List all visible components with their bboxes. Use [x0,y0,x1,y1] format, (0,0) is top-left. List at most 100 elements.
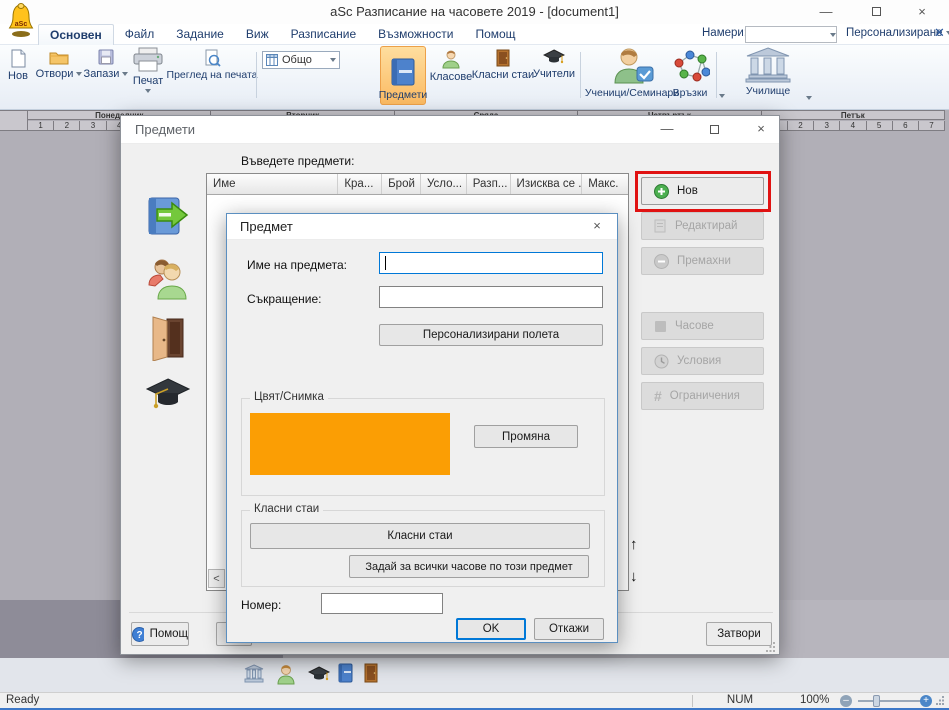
constraints-button[interactable]: # Ограничения [641,382,764,410]
sidebar-teachers-icon[interactable] [145,375,191,421]
tab-help[interactable]: Помощ [464,24,526,45]
subject-name-label: Име на предмета: [247,258,347,272]
door-icon [496,49,510,67]
close-dialog-button[interactable]: Затвори [706,622,772,646]
cancel-button[interactable]: Откажи [534,618,604,640]
column-header-conditions[interactable]: Усло... [421,174,467,194]
ribbon-new-button[interactable]: Нов [2,49,34,82]
remove-subject-button[interactable]: Премахни [641,247,764,275]
grid-period-header: 2 [54,121,80,131]
ribbon-classrooms-button[interactable]: Класни стаи [476,49,530,81]
bottom-school-icon[interactable] [244,664,264,684]
ribbon-classes-button[interactable]: Класове [428,49,474,83]
dialog-close-button[interactable]: × [747,121,775,136]
chevron-down-icon[interactable] [330,58,336,62]
ribbon-links-button[interactable]: Връзки [668,47,712,99]
ribbon-print-preview-button[interactable]: Преглед на печата [170,49,254,81]
column-header-count[interactable]: Брой [382,174,421,194]
ribbon-subjects-button[interactable]: Предмети [380,46,426,105]
subjects-prompt-label: Въведете предмети: [241,154,354,168]
edit-icon [654,219,667,233]
title-bar: aSc Разписание на часовете 2019 - [docum… [0,0,949,24]
grid-period-header: 5 [867,121,893,131]
app-window: aSc Разписание на часовете 2019 - [docum… [0,0,949,710]
window-minimize-button[interactable]: — [812,3,840,21]
set-all-lessons-button[interactable]: Задай за всички часове по този предмет [349,555,589,578]
ribbon-students-button[interactable]: Ученици/Семинари [584,47,680,99]
classrooms-group-label: Класни стаи [250,503,323,515]
ribbon-open-button[interactable]: Отвори [36,49,82,80]
help-button[interactable]: ? Помощ [131,622,189,646]
move-down-button[interactable]: ↓ [630,568,638,585]
move-up-button[interactable]: ↑ [630,536,638,553]
color-swatch[interactable] [250,413,450,475]
ribbon-group-expand-icon[interactable] [719,94,725,98]
column-header-max[interactable]: Макс. [582,174,628,194]
ribbon-group-expand-icon[interactable] [806,96,812,100]
sidebar-subjects-icon[interactable] [145,194,191,240]
grid-day-header: Петък [762,111,945,120]
zoom-in-button[interactable]: + [920,695,932,707]
zoom-slider-track[interactable] [858,700,922,702]
scroll-left-button[interactable]: < [208,569,225,588]
ribbon-separator [256,52,257,98]
classrooms-button[interactable]: Класни стаи [250,523,590,549]
chevron-down-icon[interactable] [830,33,836,37]
resize-grip-icon[interactable] [936,696,945,705]
conditions-button[interactable]: Условия [641,347,764,375]
column-header-abbr[interactable]: Кра... [338,174,382,194]
column-header-requires[interactable]: Изисква се ... [511,174,583,194]
ok-button[interactable]: OK [456,618,526,640]
ribbon-teachers-button[interactable]: Учители [532,49,576,80]
window-maximize-button[interactable] [862,3,890,21]
ribbon-school-button[interactable]: Училище [734,47,802,97]
asc-bell-logo-icon[interactable]: aSc [6,2,36,38]
view-select-combobox[interactable]: Общо [262,51,340,69]
window-close-button[interactable]: × [908,3,936,21]
grid-period-header: 4 [840,121,866,131]
tab-file[interactable]: Файл [114,24,166,45]
number-label: Номер: [241,598,281,612]
subject-name-input[interactable] [379,252,603,274]
grid-period-header: 1 [28,121,54,131]
bottom-teachers-icon[interactable] [308,666,330,683]
ribbon-separator [580,52,581,98]
bottom-classes-icon[interactable] [276,663,296,685]
constraints-grid-icon: # [654,389,662,403]
edit-subject-button[interactable]: Редактирай [641,212,764,240]
tab-view[interactable]: Виж [235,24,280,45]
tab-assignment[interactable]: Задание [165,24,235,45]
custom-fields-button[interactable]: Персонализирани полета [379,324,603,346]
dialog-minimize-button[interactable]: — [653,121,681,136]
column-header-distribution[interactable]: Разп... [467,174,511,194]
subject-abbr-label: Съкращение: [247,292,322,306]
chevron-down-icon[interactable] [145,89,151,93]
bottom-toolbar [0,658,949,692]
ribbon-save-button[interactable]: Запази [84,49,128,80]
zoom-out-button[interactable]: – [840,695,852,707]
ribbon-separator [716,52,717,98]
find-combobox[interactable] [745,26,837,43]
change-color-button[interactable]: Промяна [474,425,578,448]
sidebar-classrooms-icon[interactable] [145,315,191,361]
new-document-icon [10,49,27,68]
sidebar-classes-icon[interactable] [145,255,191,301]
dialog-resize-grip-icon[interactable] [766,642,776,652]
tab-home[interactable]: Основен [38,24,114,45]
dialog-maximize-button[interactable] [700,121,728,137]
ribbon-print-button[interactable]: Печат [128,47,168,93]
customize-close-icon[interactable]: ✕ [934,25,945,41]
help-icon: ? [132,627,144,642]
annotation-highlight-box [635,171,771,212]
subject-dialog-close-button[interactable]: × [585,218,609,233]
bottom-classrooms-icon[interactable] [364,663,378,683]
tab-options[interactable]: Възможности [367,24,464,45]
tab-timetable[interactable]: Разписание [280,24,368,45]
lessons-button[interactable]: Часове [641,312,764,340]
zoom-slider-thumb[interactable] [873,695,880,707]
bottom-subjects-icon[interactable] [338,663,353,683]
column-header-name[interactable]: Име [207,174,338,194]
subject-dialog-title: Предмет [240,219,293,234]
subject-abbr-input[interactable] [379,286,603,308]
number-input[interactable] [321,593,443,614]
